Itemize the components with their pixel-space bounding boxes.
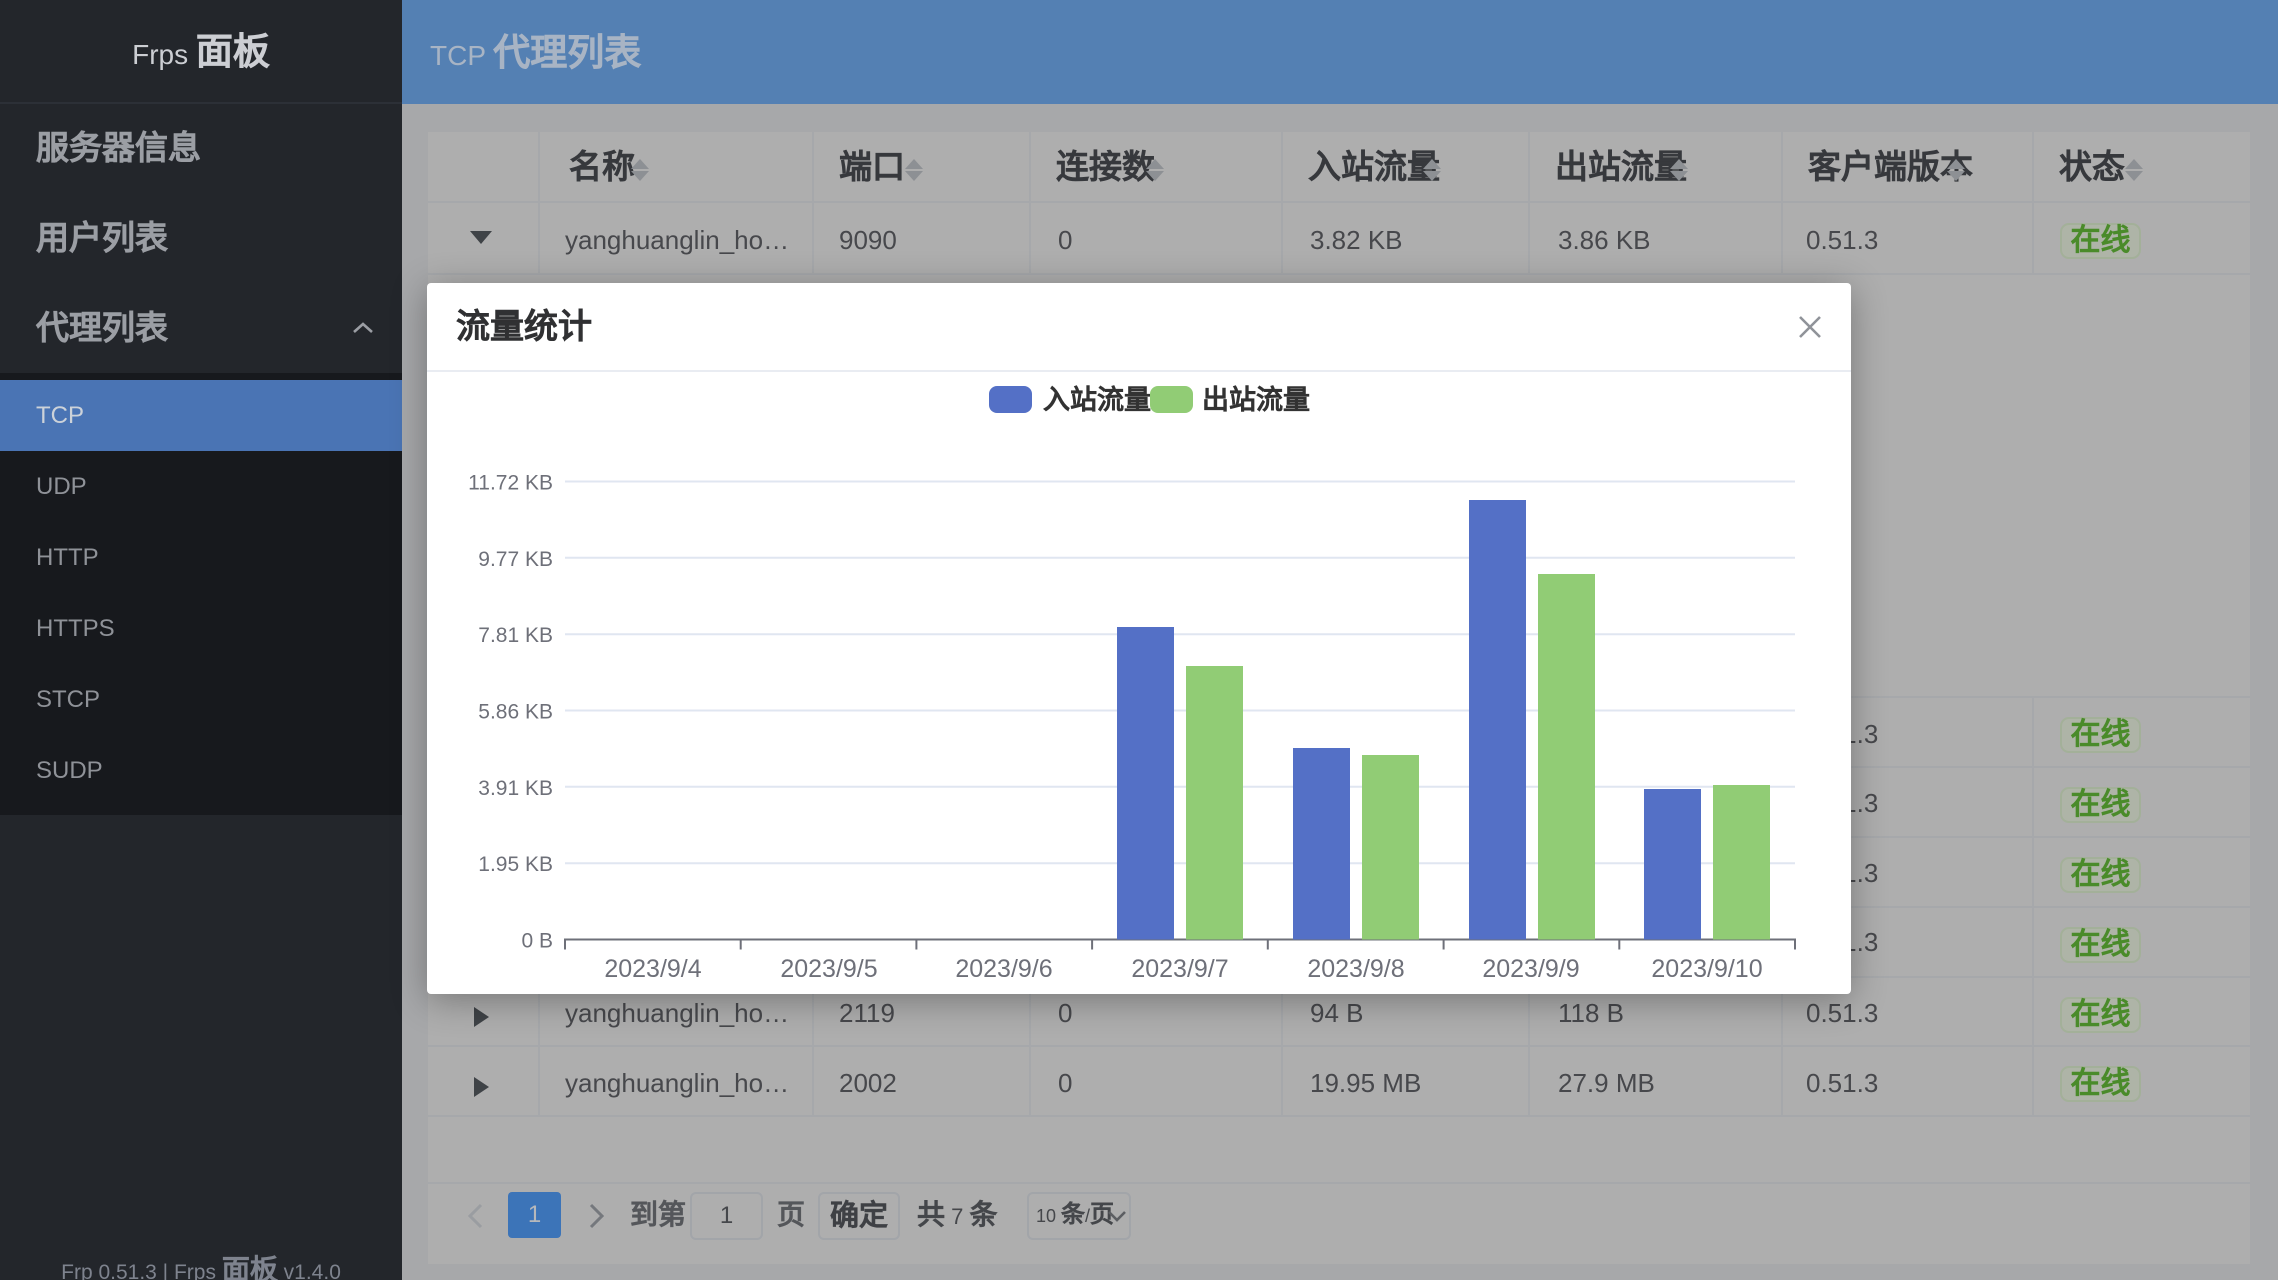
svg-text:5.86 KB: 5.86 KB	[478, 701, 553, 724]
svg-text:出站流量: 出站流量	[1202, 385, 1310, 415]
svg-text:11.72 KB: 11.72 KB	[468, 472, 553, 495]
svg-text:9.77 KB: 9.77 KB	[478, 548, 553, 571]
svg-text:2023/9/5: 2023/9/5	[780, 955, 877, 983]
svg-text:2023/9/6: 2023/9/6	[955, 955, 1052, 983]
svg-text:2023/9/4: 2023/9/4	[604, 955, 701, 983]
svg-text:7.81 KB: 7.81 KB	[478, 624, 553, 647]
svg-text:2023/9/8: 2023/9/8	[1307, 955, 1404, 983]
svg-text:0 B: 0 B	[521, 930, 553, 953]
svg-text:3.91 KB: 3.91 KB	[478, 777, 553, 800]
svg-text:2023/9/10: 2023/9/10	[1651, 955, 1762, 983]
svg-text:2023/9/9: 2023/9/9	[1482, 955, 1579, 983]
svg-text:入站流量: 入站流量	[1043, 385, 1151, 415]
svg-text:2023/9/7: 2023/9/7	[1131, 955, 1228, 983]
svg-text:1.95 KB: 1.95 KB	[478, 853, 553, 876]
